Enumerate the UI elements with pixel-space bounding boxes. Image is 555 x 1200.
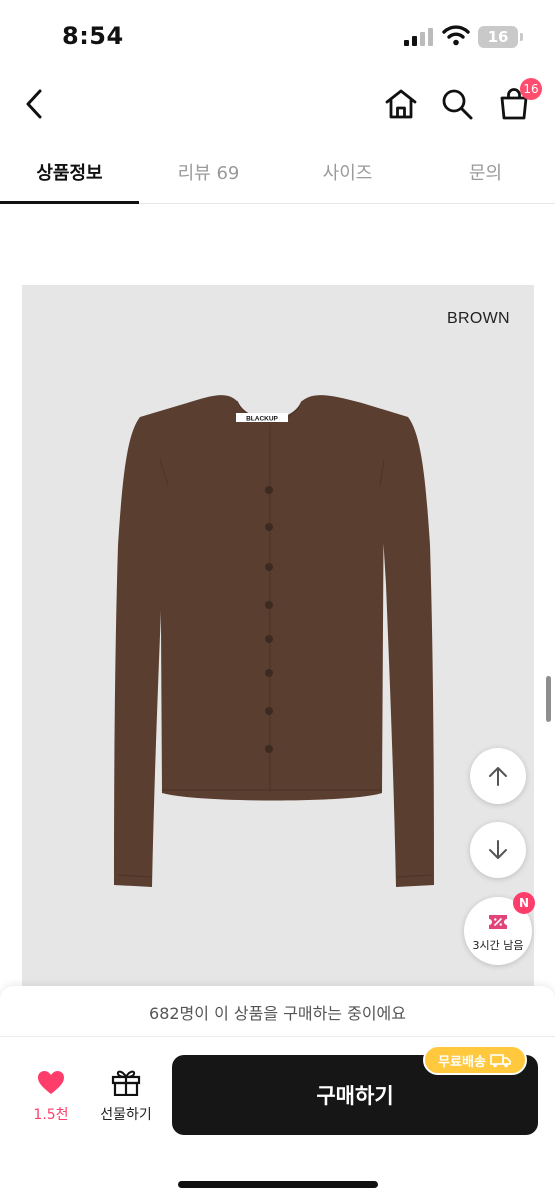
cart-count-badge: 16 [520, 78, 542, 100]
like-count: 1.5천 [33, 1107, 69, 1123]
status-bar: 8:54 16 [0, 0, 555, 70]
scroll-down-button[interactable] [470, 822, 526, 878]
sheet-divider [0, 1036, 555, 1037]
gift-icon [111, 1070, 141, 1096]
battery-indicator: 16 [478, 26, 518, 48]
buyers-notice: 682명이 이 상품을 구매하는 중이에요 [149, 1004, 406, 1023]
tab-product-info[interactable]: 상품정보 [0, 140, 139, 203]
home-icon [385, 89, 417, 119]
gift-button[interactable]: 선물하기 [90, 1068, 162, 1128]
tab-reviews[interactable]: 리뷰 69 [139, 140, 278, 203]
search-button[interactable] [437, 84, 477, 124]
battery-level: 16 [487, 28, 509, 46]
cardigan-illustration: BLACKUP [114, 395, 434, 887]
scroll-up-button[interactable] [470, 748, 526, 804]
arrow-up-icon [489, 767, 507, 786]
arrow-down-icon [489, 840, 507, 859]
tab-size[interactable]: 사이즈 [278, 140, 417, 203]
tab-inquiry[interactable]: 문의 [416, 140, 555, 203]
chevron-left-icon [26, 89, 42, 119]
product-image: BLACKUP [22, 285, 534, 1000]
new-badge: N [513, 892, 535, 914]
cellular-signal-icon [404, 28, 433, 46]
coupon-time-left: 3시간 남음 [472, 939, 524, 952]
home-button[interactable] [381, 84, 421, 124]
wifi-icon [442, 25, 470, 46]
product-color-label: BROWN [447, 310, 510, 327]
status-time: 8:54 [62, 22, 124, 50]
active-tab-indicator [0, 201, 139, 204]
home-indicator [178, 1181, 378, 1188]
coupon-ticket-icon [489, 915, 507, 929]
search-icon [442, 89, 473, 120]
free-shipping-label: 무료배송 [438, 1054, 486, 1070]
brand-tag-text: BLACKUP [246, 416, 278, 423]
scrollbar-thumb[interactable] [546, 676, 551, 722]
free-shipping-badge: 무료배송 [423, 1045, 527, 1075]
delivery-truck-icon [490, 1053, 511, 1067]
back-button[interactable] [14, 84, 54, 124]
app-header [0, 70, 555, 134]
gift-label: 선물하기 [100, 1107, 152, 1123]
product-tabs: 상품정보 리뷰 69 사이즈 문의 [0, 140, 555, 204]
heart-icon [38, 1071, 64, 1094]
like-button[interactable]: 1.5천 [20, 1068, 82, 1128]
battery-nub [520, 33, 523, 41]
